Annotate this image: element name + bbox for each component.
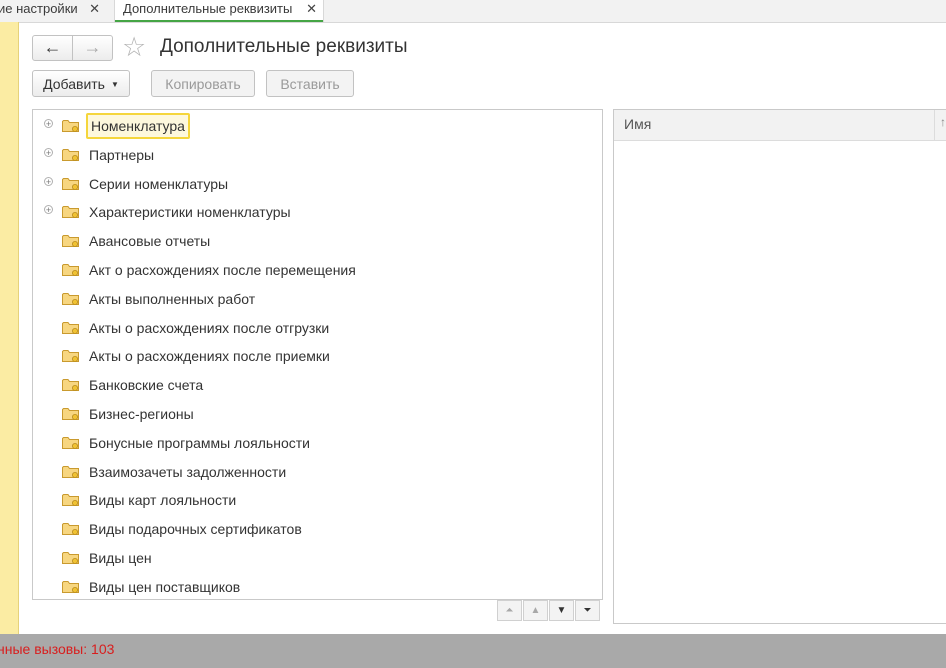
tree-row[interactable]: Бизнес-регионы [33,399,602,428]
tree-row-label: Акты о расхождениях после отгрузки [89,319,330,336]
folder-icon [62,119,79,132]
expand-icon[interactable]: + [44,119,53,129]
tree-row-label: Виды подарочных сертификатов [89,521,302,538]
tree-row[interactable]: Взаимозачеты задолженности [33,457,602,486]
tree-row-label: Акты о расхождениях после приемки [89,348,330,365]
tree-row-label: Виды карт лояльности [89,492,237,509]
tree-row[interactable]: Акты о расхождениях после приемки [33,341,602,370]
tree-row-label: Акт о расхождениях после перемещения [89,262,356,278]
list-header: Имя ↑ [614,110,946,141]
page-title: Дополнительные реквизиты [160,36,408,57]
folder-icon [62,263,79,276]
tree-row[interactable]: Виды цен [33,543,602,572]
add-button[interactable]: Добавить ▼ [32,70,130,97]
close-icon[interactable]: ✕ [306,0,317,18]
expand-icon[interactable]: + [44,176,53,186]
tree-row-label: Номенклатура [86,113,190,139]
tree-row[interactable]: Виды подарочных сертификатов [33,514,602,543]
tab-label: Дополнительные реквизиты [123,1,293,16]
folder-icon [62,465,79,478]
tree-row[interactable]: + Партнеры [33,140,602,169]
add-button-label: Добавить [43,76,105,92]
folder-icon [62,292,79,305]
tree-row[interactable]: + Номенклатура [33,111,602,140]
tree-row-label: Характеристики номенклатуры [89,204,291,221]
column-divider [934,110,935,140]
tree-row-label: Бизнес-регионы [89,406,194,422]
tree-row-label: Авансовые отчеты [89,233,211,250]
copy-button[interactable]: Копировать [151,70,255,97]
tree-row[interactable]: + Серии номенклатуры [33,169,602,198]
folder-icon [62,234,79,248]
tree-row-label: Бонусные программы лояльности [89,434,310,451]
favorite-star-icon[interactable]: ☆ [122,33,146,61]
attribute-sets-tree[interactable]: + Номенклатура + Партнеры + Серии номенклатур… [32,109,603,600]
folder-icon [62,321,79,334]
tree-row[interactable]: Акт о расхождениях после перемещения [33,255,602,284]
forward-arrow-icon[interactable]: → [73,36,112,60]
column-header-name[interactable]: Имя [624,116,651,132]
tab-bar: ие настройки ✕ Дополнительные реквизиты … [0,0,946,23]
back-arrow-icon[interactable]: ← [33,36,73,60]
tree-row-label: Банковские счета [89,377,204,394]
folder-icon [62,349,79,363]
status-bar: нные вызовы: 103 [0,634,946,668]
tree-row[interactable]: Виды цен поставщиков [33,572,602,599]
tree-row-label: Взаимозачеты задолженности [89,463,287,480]
left-panel-strip [0,22,19,634]
folder-icon [62,522,79,536]
folder-icon [62,551,79,564]
expand-icon[interactable]: + [44,147,53,157]
scroll-down-icon[interactable]: ▼ [549,600,574,621]
close-icon[interactable]: ✕ [89,0,100,18]
folder-icon [62,205,79,219]
folder-icon [62,148,79,161]
tree-row[interactable]: Авансовые отчеты [33,226,602,255]
folder-icon [62,177,79,190]
folder-icon [62,407,79,420]
tree-row[interactable]: Банковские счета [33,370,602,399]
tree-row-label: Партнеры [89,146,155,163]
chevron-down-icon: ▼ [110,80,119,89]
folder-icon [62,378,79,392]
navigation-buttons: ← → [32,35,113,61]
scroll-first-icon[interactable]: ⏶ [497,600,522,621]
scroll-last-icon[interactable]: ⏷ [575,600,600,621]
folder-icon [62,436,79,449]
scroll-up-icon[interactable]: ▲ [523,600,548,621]
attributes-list-panel[interactable]: Имя ↑ [613,109,946,624]
tree-row[interactable]: + Характеристики номенклатуры [33,197,602,226]
tab-additional-attributes[interactable]: Дополнительные реквизиты ✕ [114,0,324,22]
tree-row-label: Серии номенклатуры [89,175,229,192]
folder-icon [62,580,79,593]
folder-icon [62,493,79,507]
tree-row[interactable]: Акты выполненных работ [33,284,602,313]
tree-row[interactable]: Акты о расхождениях после отгрузки [33,313,602,342]
tree-row-label: Виды цен [89,550,152,566]
tab-general-settings[interactable]: ие настройки ✕ [0,0,106,22]
expand-icon[interactable]: + [44,205,53,215]
tree-row[interactable]: Виды карт лояльности [33,485,602,514]
paste-button[interactable]: Вставить [266,70,354,97]
tab-label: ие настройки [0,1,78,16]
tree-row[interactable]: Бонусные программы лояльности [33,428,602,457]
server-calls-status[interactable]: нные вызовы: 103 [0,641,114,657]
sort-icon[interactable]: ↑ [940,115,946,129]
tree-row-label: Виды цен поставщиков [89,578,241,595]
tree-row-label: Акты выполненных работ [89,290,256,307]
